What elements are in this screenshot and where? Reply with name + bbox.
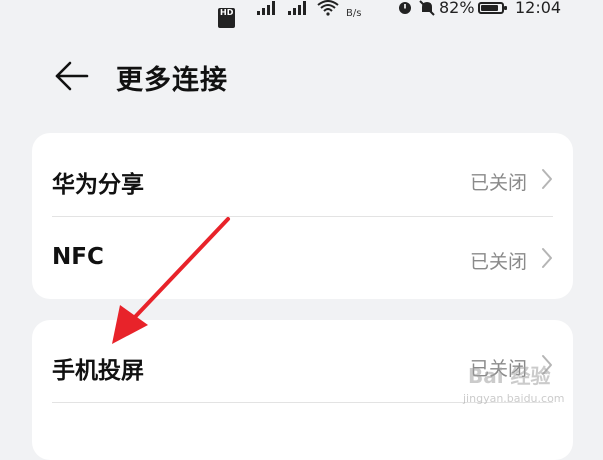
setting-row-nfc[interactable]: NFC 已关闭: [32, 216, 573, 298]
battery-icon: [478, 2, 507, 14]
signal-icon: [256, 0, 276, 20]
setting-status: 已关闭: [469, 172, 527, 194]
page-header: 更多连接: [0, 54, 603, 100]
settings-card: 手机投屏 已关闭: [32, 320, 573, 460]
setting-label: 手机投屏: [52, 358, 144, 384]
setting-row-huawei-share[interactable]: 华为分享 已关闭: [32, 137, 573, 219]
chevron-right-icon: [542, 169, 552, 189]
battery-percentage: 82%: [439, 0, 475, 17]
back-arrow-icon: [55, 61, 89, 91]
alarm-icon: [396, 0, 414, 20]
watermark-url: jingyan.baidu.com: [463, 392, 565, 405]
network-speed: B/s: [346, 8, 362, 19]
watermark: Bai 经验: [468, 364, 551, 388]
settings-card: 华为分享 已关闭 NFC 已关闭: [32, 133, 573, 299]
chevron-right-icon: [542, 248, 552, 268]
setting-status: 已关闭: [469, 251, 527, 273]
signal-icon: [287, 0, 307, 20]
hd-badge: HD: [218, 8, 236, 28]
back-button[interactable]: [54, 60, 90, 92]
mute-icon: [418, 0, 436, 20]
clock: 12:04: [515, 0, 562, 17]
status-bar: HD B/s 82% 12:04: [0, 0, 603, 28]
setting-label: NFC: [52, 244, 104, 270]
wifi-icon: [317, 0, 339, 20]
setting-label: 华为分享: [52, 172, 144, 198]
page-title: 更多连接: [116, 65, 228, 96]
